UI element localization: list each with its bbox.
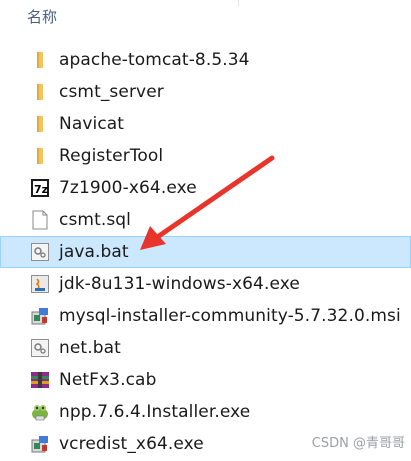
- msi-installer-icon: [29, 433, 51, 455]
- file-name: npp.7.6.4.Installer.exe: [59, 402, 251, 422]
- file-name: 7z1900-x64.exe: [59, 178, 197, 198]
- file-row[interactable]: NetFx3.cab: [0, 364, 411, 396]
- column-header: 名称: [0, 0, 411, 34]
- cab-archive-icon: [29, 369, 51, 391]
- file-name: java.bat: [59, 242, 129, 262]
- file-name: NetFx3.cab: [59, 370, 157, 390]
- file-name: Navicat: [59, 114, 125, 134]
- watermark: CSDN @青哥哥: [311, 436, 405, 451]
- file-row[interactable]: Navicat: [0, 108, 411, 140]
- file-list: apache-tomcat-8.5.34 csmt_server Navicat…: [0, 44, 411, 460]
- file-row[interactable]: jdk-8u131-windows-x64.exe: [0, 268, 411, 300]
- file-name: mysql-installer-community-5.7.32.0.msi: [59, 306, 401, 326]
- file-row[interactable]: net.bat: [0, 332, 411, 364]
- file-name: vcredist_x64.exe: [59, 434, 204, 454]
- msi-installer-icon: [29, 305, 51, 327]
- batch-file-icon: [29, 337, 51, 359]
- file-row-selected[interactable]: java.bat: [0, 236, 411, 268]
- name-column-header[interactable]: 名称: [27, 6, 57, 27]
- document-icon: [29, 209, 51, 231]
- file-row[interactable]: RegisterTool: [0, 140, 411, 172]
- file-row[interactable]: csmt.sql: [0, 204, 411, 236]
- folder-icon: [29, 113, 51, 135]
- file-name: net.bat: [59, 338, 121, 358]
- file-name: csmt.sql: [59, 210, 132, 230]
- file-row[interactable]: apache-tomcat-8.5.34: [0, 44, 411, 76]
- file-name: csmt_server: [59, 82, 164, 102]
- file-name: RegisterTool: [59, 146, 164, 166]
- notepadpp-installer-icon: [29, 401, 51, 423]
- file-row[interactable]: csmt_server: [0, 76, 411, 108]
- file-row[interactable]: mysql-installer-community-5.7.32.0.msi: [0, 300, 411, 332]
- file-row[interactable]: 7z 7z1900-x64.exe: [0, 172, 411, 204]
- file-name: jdk-8u131-windows-x64.exe: [59, 274, 300, 294]
- file-name: apache-tomcat-8.5.34: [59, 50, 250, 70]
- svg-text:7z: 7z: [34, 183, 48, 196]
- java-installer-icon: [29, 273, 51, 295]
- batch-file-icon: [29, 241, 51, 263]
- folder-icon: [29, 49, 51, 71]
- folder-icon: [29, 81, 51, 103]
- file-row[interactable]: npp.7.6.4.Installer.exe: [0, 396, 411, 428]
- column-divider[interactable]: [238, 0, 239, 6]
- 7zip-icon: 7z: [29, 177, 51, 199]
- folder-icon: [29, 145, 51, 167]
